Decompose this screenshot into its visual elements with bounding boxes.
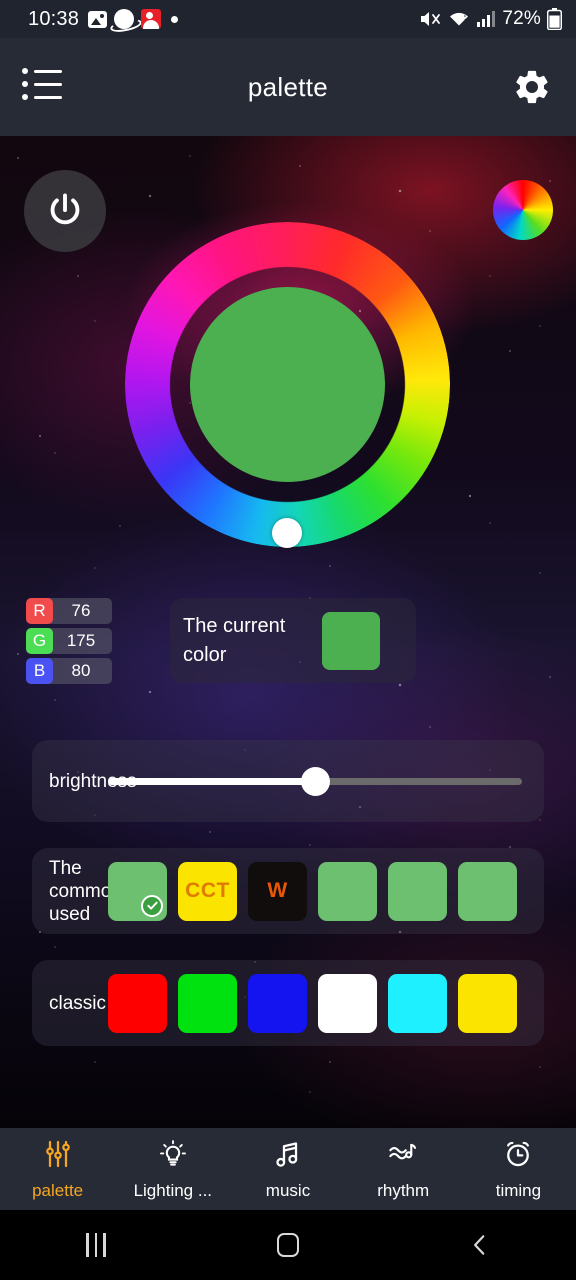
classic-swatch-6[interactable] (458, 973, 517, 1033)
alarm-icon (502, 1138, 534, 1175)
rgb-key-b: B (26, 658, 53, 684)
planet-icon (114, 9, 135, 29)
bottom-navigation: palette Lighting ... music rhythm timing (0, 1128, 576, 1210)
back-icon[interactable] (384, 1232, 576, 1258)
commonly-used-swatch-6-label (458, 862, 517, 921)
classic-label: classic (49, 992, 107, 1014)
rgb-row-r: R 76 (26, 598, 112, 624)
color-ring-picker[interactable] (125, 222, 450, 548)
nav-label-music: music (265, 1180, 311, 1200)
status-bar-clock: 10:38 (28, 7, 80, 30)
classic-swatch-2[interactable] (178, 973, 237, 1033)
nav-label-lighting: Lighting ... (133, 1180, 213, 1200)
selected-color-preview (190, 287, 385, 482)
battery-icon (547, 8, 562, 30)
signal-icon (476, 10, 496, 28)
commonly-used-swatch-5-label (388, 862, 447, 921)
brightness-slider-fill (108, 777, 315, 785)
battery-percent-label: 72% (502, 8, 541, 29)
wifi-icon (448, 10, 470, 28)
home-icon[interactable] (192, 1233, 384, 1257)
nav-label-rhythm: rhythm (377, 1180, 430, 1200)
current-color-swatch (322, 611, 380, 670)
brightness-panel: brightness (32, 740, 544, 822)
android-navigation-bar (0, 1210, 576, 1280)
brightness-slider[interactable] (108, 766, 522, 796)
classic-panel: classic (32, 960, 544, 1046)
music-icon (272, 1138, 304, 1175)
classic-swatch-3[interactable] (248, 973, 307, 1033)
red-app-icon (141, 9, 162, 29)
brightness-slider-thumb[interactable] (300, 766, 330, 796)
commonly-used-label: The commonly used (49, 857, 136, 925)
dot-icon (171, 15, 179, 23)
commonly-used-swatch-4-label (318, 862, 377, 921)
classic-swatch-5[interactable] (388, 973, 447, 1033)
classic-swatch-1[interactable] (108, 973, 167, 1033)
nav-item-timing[interactable]: timing (461, 1138, 576, 1201)
mute-icon (420, 10, 442, 28)
recents-icon[interactable] (0, 1233, 192, 1257)
gear-icon[interactable] (512, 67, 552, 107)
commonly-used-panel: The commonly used CCT W (32, 848, 544, 934)
bulb-icon (157, 1138, 189, 1175)
nav-label-palette: palette (32, 1180, 84, 1200)
rgb-value-g: 175 (66, 631, 96, 650)
current-color-card: The current color (170, 598, 416, 683)
status-bar-system-icons: 72% (420, 8, 562, 30)
commonly-used-swatch-3-label: W (267, 879, 288, 902)
brightness-label: brightness (49, 770, 137, 792)
commonly-used-swatch-5[interactable] (388, 861, 447, 921)
commonly-used-swatch-3[interactable]: W (248, 861, 307, 921)
page-title: palette (247, 71, 329, 102)
classic-swatch-4[interactable] (318, 973, 377, 1033)
classic-swatch-list (108, 973, 517, 1033)
power-icon[interactable] (24, 170, 106, 252)
nav-item-palette[interactable]: palette (0, 1138, 115, 1201)
nav-item-music[interactable]: music (230, 1138, 345, 1201)
nav-item-rhythm[interactable]: rhythm (346, 1138, 461, 1201)
status-bar: 10:38 72% (0, 0, 576, 38)
hue-ring-thumb[interactable] (272, 518, 302, 548)
rgb-key-g: G (26, 628, 53, 654)
commonly-used-swatch-2[interactable]: CCT (178, 861, 237, 921)
commonly-used-swatch-list: CCT W (108, 861, 517, 921)
rgb-key-r: R (26, 598, 53, 624)
rgb-row-b: B 80 (26, 658, 112, 684)
rgb-value-b: 80 (71, 661, 91, 680)
commonly-used-swatch-4[interactable] (318, 861, 377, 921)
color-wheel-icon[interactable] (493, 180, 553, 240)
rgb-value-r: 76 (71, 601, 91, 620)
app-screen: 10:38 72% palette R 76 G 175 B 80 The cu… (0, 0, 576, 1280)
waves-icon (387, 1138, 419, 1175)
status-bar-notification-icons (88, 9, 179, 29)
nav-label-timing: timing (495, 1180, 542, 1200)
commonly-used-swatch-6[interactable] (458, 861, 517, 921)
selected-check-icon (141, 894, 163, 917)
sliders-icon (42, 1138, 74, 1175)
commonly-used-swatch-1[interactable] (108, 861, 167, 921)
photo-icon (88, 10, 108, 28)
commonly-used-swatch-2-label: CCT (185, 879, 230, 902)
current-color-label: The current color (183, 614, 286, 666)
nav-item-lighting[interactable]: Lighting ... (115, 1138, 230, 1201)
rgb-row-g: G 175 (26, 628, 112, 654)
app-bar: palette (0, 38, 576, 136)
rgb-values: R 76 G 175 B 80 (26, 598, 112, 684)
